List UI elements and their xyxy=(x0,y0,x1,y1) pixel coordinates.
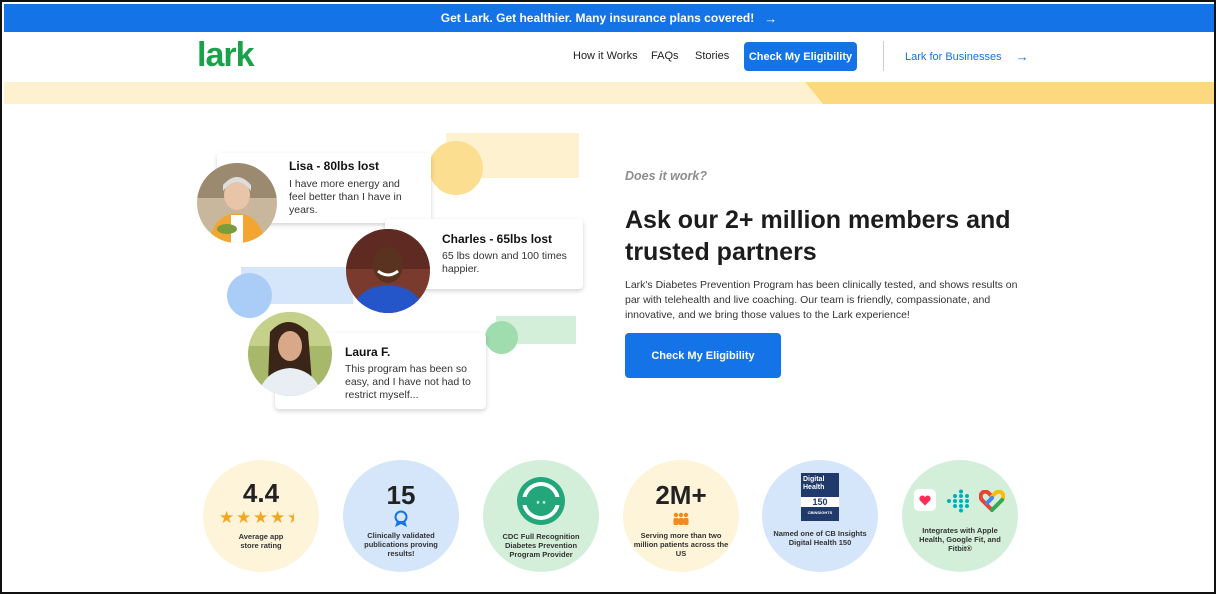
stat-caption: Integrates with Apple Health, Google Fit… xyxy=(919,526,1001,553)
header-divider xyxy=(883,41,884,71)
promo-banner[interactable]: Get Lark. Get healthier. Many insurance … xyxy=(4,4,1214,32)
testimonial-name: Lisa - 80lbs lost xyxy=(289,159,380,173)
badge-number: 150 xyxy=(801,497,839,507)
check-eligibility-button[interactable]: Check My Eligibility xyxy=(625,333,781,378)
stat-app-rating: 4.4 ★ ★ ★ ★ ★ Average app store rating xyxy=(203,460,319,572)
nav-how-it-works[interactable]: How it Works xyxy=(573,50,638,62)
promo-banner-text[interactable]: Get Lark. Get healthier. Many insurance … xyxy=(441,11,754,25)
nav-faqs[interactable]: FAQs xyxy=(651,50,679,62)
avatar xyxy=(197,163,277,243)
stat-value: 4.4 xyxy=(242,478,280,508)
svg-text:★: ★ xyxy=(270,508,285,526)
apple-health-icon xyxy=(914,489,936,511)
yellow-circle-shape xyxy=(429,141,483,195)
testimonial-name: Charles - 65lbs lost xyxy=(442,232,553,246)
badge-sub: CBINSIGHTS xyxy=(807,510,833,515)
testimonial-quote: 65 lbs down and 100 times happier. xyxy=(442,250,567,275)
stat-members: 2M+ Serving more than two million patien… xyxy=(623,460,739,572)
google-fit-icon xyxy=(978,489,1006,517)
svg-text:★: ★ xyxy=(287,508,302,526)
section-body: Lark's Diabetes Prevention Program has b… xyxy=(625,279,1018,321)
stat-caption: CDC Full Recognition Diabetes Prevention… xyxy=(502,532,580,559)
cdc-recognition-seal-icon: ★ ★ xyxy=(516,476,566,531)
stat-caption: Named one of CB Insights Digital Health … xyxy=(773,529,867,547)
stat-value: 15 xyxy=(386,480,416,510)
lark-for-businesses-link[interactable]: Lark for Businesses → xyxy=(905,49,1029,64)
stat-cdc-recognition: ★ ★ CDC Full Recognition Diabetes Preven… xyxy=(483,460,599,572)
stat-caption: Average app store rating xyxy=(238,532,284,550)
site-header: lark How it Works FAQs Stories Check My … xyxy=(4,32,1214,82)
stat-value: 2M+ xyxy=(655,480,707,510)
star-rating-icon: ★ ★ ★ ★ ★ xyxy=(203,508,319,531)
avatar-lisa-image xyxy=(197,163,277,243)
avatar xyxy=(248,312,332,396)
avatar xyxy=(346,229,430,313)
svg-text:★ ★: ★ ★ xyxy=(536,500,547,506)
page-frame: Get Lark. Get healthier. Many insurance … xyxy=(0,0,1216,594)
award-ribbon-icon xyxy=(392,510,410,533)
green-circle-shape xyxy=(485,321,518,354)
decorative-strip-accent xyxy=(805,82,1214,104)
svg-text:★: ★ xyxy=(253,508,268,526)
avatar-charles-image xyxy=(346,229,430,313)
stat-publications: 15 Clinically validated publications pro… xyxy=(343,460,459,572)
svg-text:★: ★ xyxy=(219,508,234,526)
arrow-right-icon: → xyxy=(764,10,778,26)
testimonial-name: Laura F. xyxy=(345,345,391,359)
nav-stories[interactable]: Stories xyxy=(695,50,729,62)
stars-icon: ★ ★ ★ ★ ★ xyxy=(219,508,302,528)
lark-logo[interactable]: lark xyxy=(197,36,254,75)
avatar-laura-image xyxy=(248,312,332,396)
lark-for-businesses-label[interactable]: Lark for Businesses xyxy=(905,51,1002,63)
digital-health-150-badge: Digital Health 150 CBINSIGHTS xyxy=(801,473,839,521)
stat-caption: Serving more than two million patients a… xyxy=(633,531,729,558)
section-headline: Ask our 2+ million members and trusted p… xyxy=(625,206,1011,266)
svg-text:★: ★ xyxy=(236,508,251,526)
badge-title: Digital Health xyxy=(803,476,825,491)
people-group-icon xyxy=(672,512,690,531)
stat-integrations: Integrates with Apple Health, Google Fit… xyxy=(902,460,1018,572)
testimonial-quote: I have more energy and feel better than … xyxy=(289,178,402,216)
arrow-right-icon: → xyxy=(1015,49,1029,64)
fitbit-icon xyxy=(946,489,972,518)
blue-circle-shape xyxy=(227,273,272,318)
stat-digital-health: Digital Health 150 CBINSIGHTS Named one … xyxy=(762,460,878,572)
testimonial-quote: This program has been so easy, and I hav… xyxy=(345,363,471,401)
header-check-eligibility-button[interactable]: Check My Eligibility xyxy=(744,42,857,71)
section-eyebrow: Does it work? xyxy=(625,169,707,183)
stat-caption: Clinically validated publications provin… xyxy=(364,531,438,558)
